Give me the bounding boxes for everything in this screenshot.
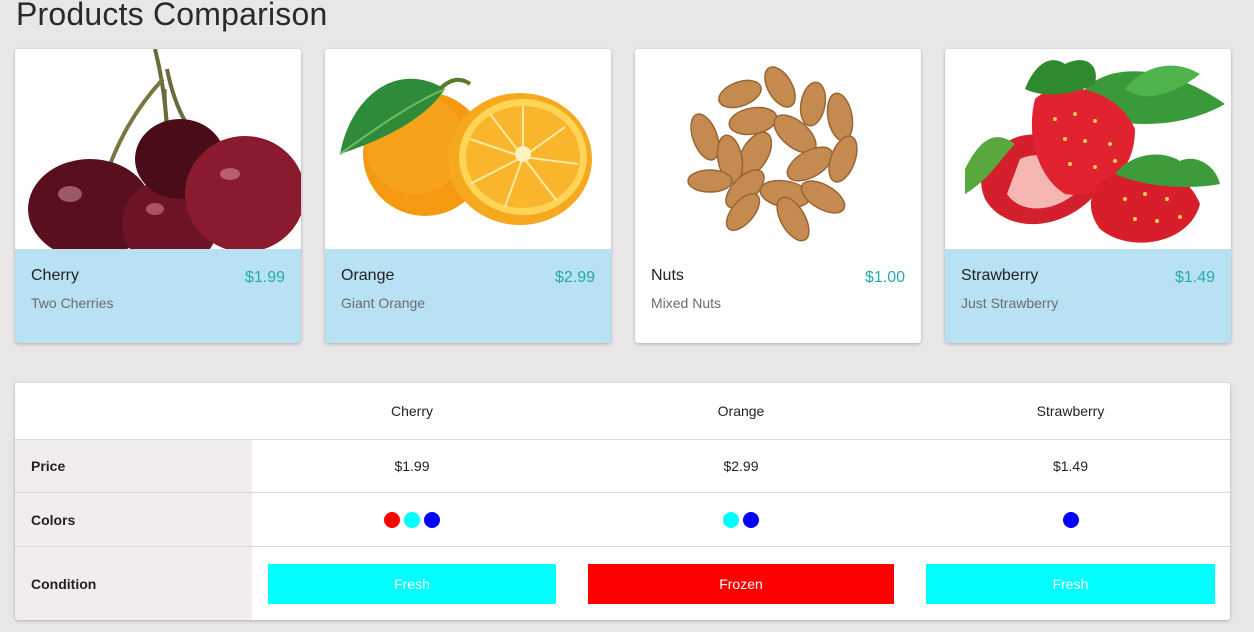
column-header-strawberry: Strawberry bbox=[1036, 403, 1105, 419]
color-swatch[interactable] bbox=[743, 511, 759, 528]
color-swatch[interactable] bbox=[384, 511, 400, 528]
product-card-strawberry[interactable]: Strawberry $1.49 Just Strawberry bbox=[945, 49, 1231, 343]
product-name: Cherry bbox=[31, 267, 80, 284]
colors-cell bbox=[926, 493, 1215, 546]
product-card-cherry[interactable]: Cherry $1.99 Two Cherries bbox=[15, 49, 301, 343]
strawberry-image bbox=[945, 49, 1231, 249]
colors-cell bbox=[268, 493, 556, 546]
product-description: Mixed Nuts bbox=[651, 295, 722, 311]
condition-cell: Frozen bbox=[588, 547, 894, 620]
product-price: $1.99 bbox=[244, 269, 285, 286]
header-empty-cell bbox=[15, 383, 252, 439]
product-description: Giant Orange bbox=[341, 295, 426, 311]
comparison-table: Cherry Orange Strawberry Price $1.99 $2.… bbox=[15, 383, 1230, 620]
product-card-orange[interactable]: Orange $2.99 Giant Orange bbox=[325, 49, 611, 343]
color-swatch[interactable] bbox=[723, 511, 739, 528]
condition-button-fresh[interactable]: Fresh bbox=[268, 563, 556, 604]
product-description: Two Cherries bbox=[31, 295, 114, 311]
product-price: $1.00 bbox=[864, 269, 905, 286]
product-price: $1.49 bbox=[1174, 269, 1215, 286]
product-name: Strawberry bbox=[961, 267, 1039, 284]
table-header-row: Cherry Orange Strawberry bbox=[15, 383, 1230, 440]
table-row-price: Price $1.99 $2.99 $1.49 bbox=[15, 440, 1230, 493]
price-cell: $1.49 bbox=[1052, 458, 1089, 474]
price-cell: $1.99 bbox=[394, 458, 430, 474]
table-row-condition: Condition Fresh Frozen Fresh bbox=[15, 547, 1230, 620]
condition-cell: Fresh bbox=[926, 547, 1215, 620]
row-label-condition: Condition bbox=[15, 547, 252, 620]
row-label-price: Price bbox=[15, 440, 252, 492]
colors-cell bbox=[588, 493, 894, 546]
price-cell: $2.99 bbox=[723, 458, 759, 474]
product-name: Nuts bbox=[651, 267, 684, 284]
color-swatch[interactable] bbox=[1062, 511, 1079, 528]
color-swatch[interactable] bbox=[424, 511, 440, 528]
product-description: Just Strawberry bbox=[961, 295, 1059, 311]
column-header-cherry: Cherry bbox=[390, 403, 433, 419]
condition-button-fresh[interactable]: Fresh bbox=[926, 563, 1215, 604]
page-title: Products Comparison bbox=[16, 0, 328, 32]
orange-image bbox=[325, 49, 611, 249]
column-header-orange: Orange bbox=[717, 403, 765, 419]
product-name: Orange bbox=[341, 267, 395, 284]
table-row-colors: Colors bbox=[15, 493, 1230, 547]
cherry-image bbox=[15, 49, 301, 249]
product-card-nuts[interactable]: Nuts $1.00 Mixed Nuts bbox=[635, 49, 921, 343]
color-swatch[interactable] bbox=[404, 511, 420, 528]
product-price: $2.99 bbox=[554, 269, 595, 286]
row-label-colors: Colors bbox=[15, 493, 252, 546]
condition-cell: Fresh bbox=[268, 547, 556, 620]
almonds-image bbox=[635, 49, 921, 249]
condition-button-frozen[interactable]: Frozen bbox=[588, 563, 894, 604]
